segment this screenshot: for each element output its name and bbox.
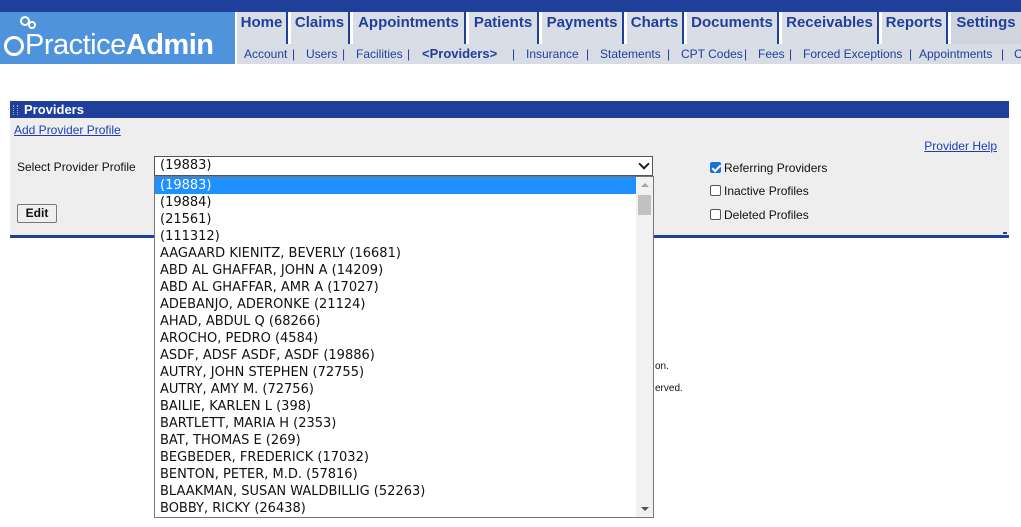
dropdown-option[interactable]: ABD AL GHAFFAR, JOHN A (14209) <box>155 262 637 279</box>
edit-button[interactable]: Edit <box>17 204 57 223</box>
subnav-separator: | <box>342 47 346 61</box>
subnav-forced-exceptions[interactable]: Forced Exceptions <box>803 47 902 61</box>
add-provider-link[interactable]: Add Provider Profile <box>14 123 121 137</box>
scrollbar-thumb[interactable] <box>638 195 651 215</box>
provider-select[interactable]: (19883) <box>154 156 653 176</box>
dropdown-option[interactable]: (111312) <box>155 228 637 245</box>
provider-dropdown-list[interactable]: (19883) (19884) (21561) (111312) AAGAARD… <box>154 176 654 518</box>
subnav-separator: | <box>789 47 793 61</box>
dropdown-option[interactable]: AHAD, ABDUL Q (68266) <box>155 313 637 330</box>
referring-providers-checkbox[interactable]: Referring Providers <box>710 161 827 175</box>
subnav-separator: | <box>667 47 671 61</box>
subnav-separator: | <box>586 47 590 61</box>
tab-home[interactable]: Home <box>237 12 288 44</box>
dropdown-option[interactable]: BARTLETT, MARIA H (2353) <box>155 415 637 432</box>
scroll-down-arrow-icon[interactable] <box>636 501 653 517</box>
subnav-separator: | <box>512 47 516 61</box>
settings-subnav: Account | Users | Facilities | <Provider… <box>237 44 1021 64</box>
subnav-separator: | <box>744 47 748 61</box>
select-provider-label: Select Provider Profile <box>17 160 136 174</box>
tab-reports[interactable]: Reports <box>882 12 948 44</box>
subnav-fees[interactable]: Fees <box>758 47 785 61</box>
logo-o-icon <box>4 36 24 56</box>
dropdown-option[interactable]: BLAAKMAN, SUSAN WALDBILLIG (52263) <box>155 483 637 500</box>
inactive-profiles-label: Inactive Profiles <box>724 184 809 198</box>
resize-icon <box>1003 232 1007 234</box>
subnav-separator: | <box>407 47 411 61</box>
dropdown-option[interactable]: (19884) <box>155 194 637 211</box>
deleted-profiles-checkbox[interactable]: Deleted Profiles <box>710 208 809 222</box>
subnav-more[interactable]: C <box>1014 47 1021 61</box>
dropdown-option[interactable]: AUTRY, JOHN STEPHEN (72755) <box>155 364 637 381</box>
dropdown-option[interactable]: AUTRY, AMY M. (72756) <box>155 381 637 398</box>
dropdown-option[interactable]: (19883) <box>155 177 637 194</box>
subnav-facilities[interactable]: Facilities <box>356 47 403 61</box>
scroll-up-arrow-icon[interactable] <box>636 177 653 193</box>
dropdown-option[interactable]: ASDF, ADSF ASDF, ASDF (19886) <box>155 347 637 364</box>
logo-text-regular: Practice <box>25 29 126 61</box>
panel-title: Providers <box>24 102 84 117</box>
checkbox-unchecked-icon[interactable] <box>710 209 721 220</box>
referring-providers-label: Referring Providers <box>724 161 828 175</box>
tab-claims[interactable]: Claims <box>291 12 350 44</box>
footer-text-fragment: on. <box>655 361 669 372</box>
subnav-separator: | <box>292 47 296 61</box>
tab-receivables[interactable]: Receivables <box>782 12 879 44</box>
tab-patients[interactable]: Patients <box>469 12 539 44</box>
chevron-down-icon <box>638 158 650 170</box>
subnav-users[interactable]: Users <box>306 47 337 61</box>
panel-header: Providers <box>10 101 1009 118</box>
subnav-separator: | <box>1001 47 1005 61</box>
tab-payments[interactable]: Payments <box>542 12 624 44</box>
dropdown-options: (19883) (19884) (21561) (111312) AAGAARD… <box>155 177 637 517</box>
dropdown-option[interactable]: BEGBEDER, FREDERICK (17032) <box>155 449 637 466</box>
subnav-statements[interactable]: Statements <box>600 47 661 61</box>
provider-select-value: (19883) <box>160 158 212 173</box>
provider-help-link[interactable]: Provider Help <box>924 139 997 153</box>
checkbox-checked-icon[interactable] <box>710 162 721 173</box>
logo-text: PracticeAdmin <box>4 29 214 61</box>
checkbox-unchecked-icon[interactable] <box>710 185 721 196</box>
tab-appointments[interactable]: Appointments <box>353 12 466 44</box>
inactive-profiles-checkbox[interactable]: Inactive Profiles <box>710 184 809 198</box>
drag-grip-icon[interactable] <box>13 105 18 115</box>
tab-documents[interactable]: Documents <box>687 12 779 44</box>
dropdown-option[interactable]: ABD AL GHAFFAR, AMR A (17027) <box>155 279 637 296</box>
logo[interactable]: PracticeAdmin <box>0 12 235 64</box>
subnav-providers[interactable]: <Providers> <box>422 46 497 61</box>
dropdown-option[interactable]: BAILIE, KARLEN L (398) <box>155 398 637 415</box>
footer-text-fragment: erved. <box>655 383 683 394</box>
subnav-appointments[interactable]: Appointments <box>919 47 992 61</box>
tab-charts[interactable]: Charts <box>627 12 684 44</box>
subnav-insurance[interactable]: Insurance <box>526 47 579 61</box>
dropdown-option[interactable]: AAGAARD KIENITZ, BEVERLY (16681) <box>155 245 637 262</box>
top-strip <box>0 0 1021 12</box>
dropdown-option[interactable]: BAT, THOMAS E (269) <box>155 432 637 449</box>
subnav-account[interactable]: Account <box>244 47 287 61</box>
dropdown-option[interactable]: (21561) <box>155 211 637 228</box>
dropdown-option[interactable]: BENTON, PETER, M.D. (57816) <box>155 466 637 483</box>
logo-text-bold: Admin <box>125 29 214 61</box>
subnav-separator: | <box>909 47 913 61</box>
deleted-profiles-label: Deleted Profiles <box>724 208 809 222</box>
dropdown-option[interactable]: AROCHO, PEDRO (4584) <box>155 330 637 347</box>
dropdown-scrollbar[interactable] <box>636 177 653 517</box>
subnav-cpt-codes[interactable]: CPT Codes <box>681 47 743 61</box>
tab-settings[interactable]: Settings <box>951 12 1021 44</box>
dropdown-option[interactable]: ADEBANJO, ADERONKE (21124) <box>155 296 637 313</box>
dropdown-option[interactable]: BOBBY, RICKY (26438) <box>155 500 637 517</box>
